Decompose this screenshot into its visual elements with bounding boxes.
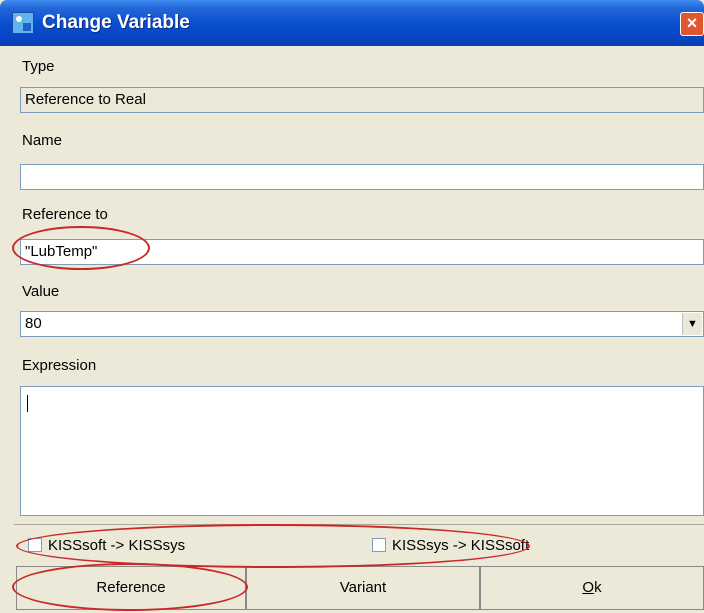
close-button[interactable]: × [680, 12, 704, 36]
variant-button[interactable]: Variant [246, 566, 480, 610]
type-label: Type [22, 58, 55, 75]
type-field: Reference to Real [20, 87, 704, 113]
checkbox-label: KISSsys -> KISSsoft [392, 536, 530, 554]
divider [14, 524, 704, 525]
title-bar[interactable]: Change Variable × [0, 0, 704, 46]
kisssoft-to-kisssys-checkbox[interactable]: KISSsoft -> KISSsys [28, 533, 185, 557]
reference-to-label: Reference to [22, 206, 108, 223]
app-icon [12, 12, 34, 34]
change-variable-dialog: Change Variable × Type Reference to Real… [0, 0, 704, 613]
name-label: Name [22, 132, 63, 149]
expression-label: Expression [22, 357, 97, 374]
checkbox-box[interactable] [28, 538, 42, 552]
ok-button[interactable]: Ok [480, 566, 704, 610]
value-label: Value [22, 283, 60, 300]
value-selected: 80 [25, 315, 42, 332]
kisssys-to-kisssoft-checkbox[interactable]: KISSsys -> KISSsoft [372, 533, 529, 557]
reference-button[interactable]: Reference [16, 566, 246, 610]
expression-textarea[interactable] [20, 386, 704, 516]
window-title: Change Variable [42, 12, 190, 33]
value-dropdown[interactable]: 80 ▼ [20, 311, 704, 337]
dropdown-arrow-icon[interactable]: ▼ [682, 313, 702, 335]
reference-to-input[interactable]: "LubTemp" [20, 239, 704, 265]
checkbox-box[interactable] [372, 538, 386, 552]
checkbox-label: KISSsoft -> KISSsys [48, 536, 186, 554]
text-caret [27, 395, 28, 412]
name-input[interactable] [20, 164, 704, 190]
